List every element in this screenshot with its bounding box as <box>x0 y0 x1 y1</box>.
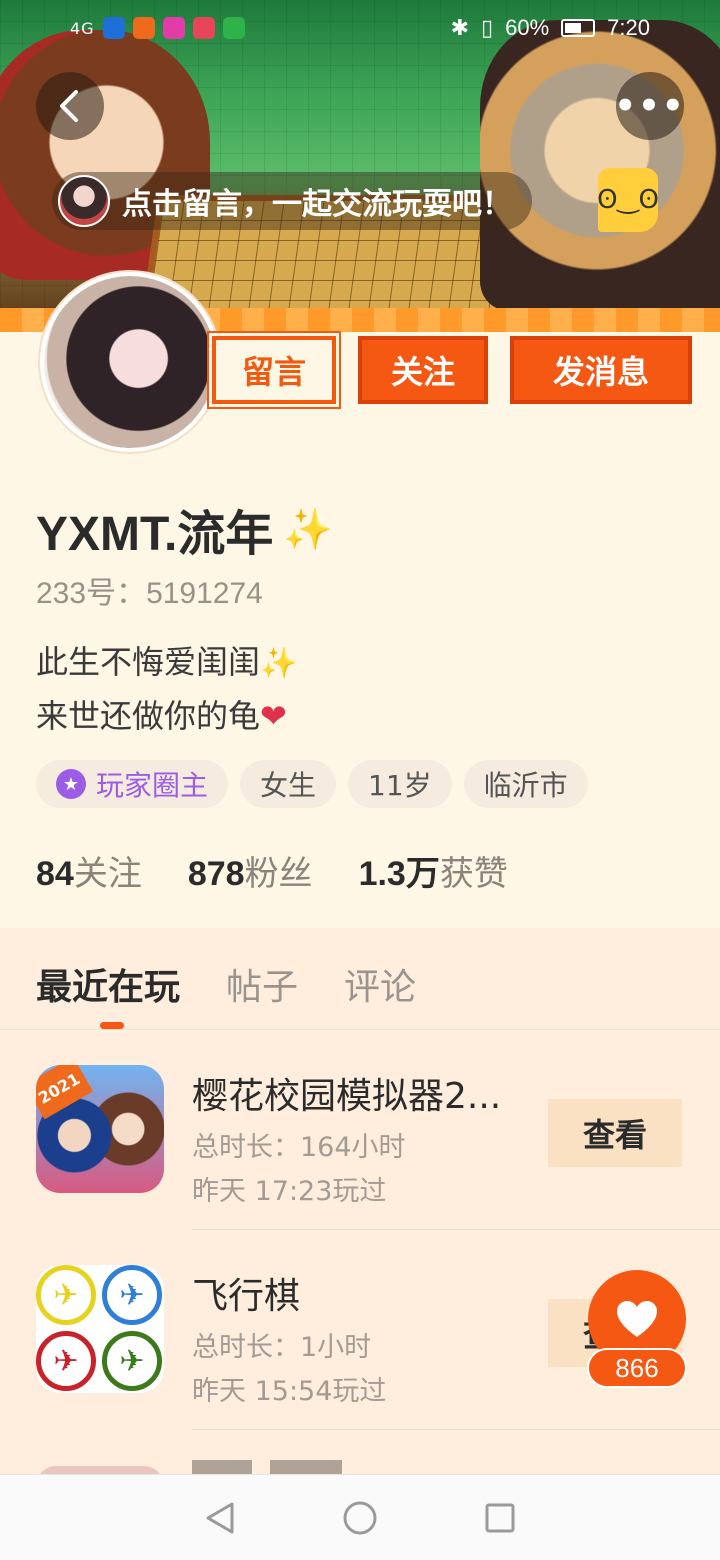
vibrate-icon: ▯ <box>481 15 494 40</box>
status-bar: 4G ✱ ▯ 60% 7:20 <box>0 0 720 56</box>
icon-year-badge: 2021 <box>36 1065 94 1120</box>
circle-home-icon <box>343 1501 377 1534</box>
tab-comments[interactable]: 评论 <box>344 958 416 1010</box>
divider <box>192 1229 720 1230</box>
triangle-back-icon <box>206 1502 234 1533</box>
heart-icon <box>617 1301 657 1337</box>
network-indicator: 4G <box>70 18 95 38</box>
battery-icon <box>561 19 596 37</box>
tag-label: 玩家圈主 <box>96 769 209 802</box>
avatar-image <box>44 276 216 448</box>
more-button[interactable]: ••• <box>614 72 686 140</box>
plane-icon: ✈ <box>102 1265 162 1325</box>
tab-posts[interactable]: 帖子 <box>226 958 298 1010</box>
stat-label: 粉丝 <box>244 854 313 894</box>
stat-followers[interactable]: 878粉丝 <box>188 846 313 895</box>
follow-button[interactable]: 关注 <box>358 336 488 404</box>
leave-message-banner[interactable]: 点击留言，一起交流玩耍吧！ <box>52 172 532 230</box>
more-icon: ••• <box>614 86 686 126</box>
tab-bar: 最近在玩 帖子 评论 <box>0 928 720 1030</box>
heart-emoji-icon: ❤ <box>260 697 287 735</box>
system-nav-bar <box>0 1474 720 1560</box>
app-notification-icon <box>102 17 125 39</box>
back-icon <box>60 90 78 122</box>
bio-line-2: 来世还做你的龟 <box>36 697 261 735</box>
stat-following[interactable]: 84关注 <box>36 846 142 895</box>
view-button[interactable]: 查看 <box>548 1099 682 1167</box>
profile-tags: ★ 玩家圈主 女生 11岁 临沂市 <box>36 760 588 808</box>
message-prompt: 点击留言，一起交流玩耍吧！ <box>122 187 512 222</box>
tag-label: 11岁 <box>368 769 432 802</box>
bio: 此生不悔爱闺闺✨ 来世还做你的龟❤ <box>36 636 297 742</box>
battery-percent: 60% <box>505 15 550 40</box>
sparkle-icon: ✨ <box>283 507 334 552</box>
plane-icon: ✈ <box>102 1331 162 1391</box>
like-count: 866 <box>587 1348 687 1388</box>
game-last-played: 昨天 15:54玩过 <box>192 1376 387 1407</box>
tag-circle-owner[interactable]: ★ 玩家圈主 <box>36 760 229 808</box>
nav-back-button[interactable] <box>200 1498 240 1538</box>
leave-message-button[interactable]: 留言 <box>212 336 336 404</box>
user-id-label: 233号： <box>36 577 147 610</box>
stat-number: 1.3万 <box>358 855 440 893</box>
username: YXMT.流年 ✨ <box>36 494 333 564</box>
back-button[interactable] <box>36 72 104 140</box>
sparkle-icon: ✨ <box>260 646 298 681</box>
send-message-button[interactable]: 发消息 <box>510 336 692 404</box>
app-notification-icon <box>162 17 185 39</box>
star-badge-icon: ★ <box>56 769 86 799</box>
stat-likes[interactable]: 1.3万获赞 <box>359 846 508 895</box>
nav-home-button[interactable] <box>340 1498 380 1538</box>
nav-recent-button[interactable] <box>480 1498 520 1538</box>
tag-label: 临沂市 <box>483 769 568 802</box>
recent-games-list: 2021 樱花校园模拟器2... 总时长：164小时 昨天 17:23玩过 查看… <box>0 1031 720 1481</box>
bluetooth-icon: ✱ <box>450 15 470 40</box>
plane-icon: ✈ <box>36 1265 96 1325</box>
game-duration: 总时长：1小时 <box>192 1332 372 1363</box>
app-notification-icon <box>192 17 215 39</box>
bio-line-1: 此生不悔爱闺闺 <box>36 643 261 681</box>
username-text: YXMT.流年 <box>36 508 274 561</box>
profile-screen: 4G ✱ ▯ 60% 7:20 ••• 点击留言，一起交流玩耍吧！ ʘ‿ʘ 留言… <box>0 0 720 1560</box>
game-last-played: 昨天 17:23玩过 <box>192 1176 387 1207</box>
stat-label: 关注 <box>73 854 142 894</box>
game-icon-flight-chess: ✈ ✈ ✈ ✈ <box>36 1265 164 1393</box>
divider <box>192 1429 720 1430</box>
status-right: ✱ ▯ 60% 7:20 <box>451 15 650 41</box>
profile-stats: 84关注 878粉丝 1.3万获赞 <box>36 846 508 895</box>
stat-number: 878 <box>187 855 245 893</box>
app-notification-icon <box>222 17 245 39</box>
tag-label: 女生 <box>260 769 317 802</box>
status-left: 4G <box>70 17 245 39</box>
tag-city: 临沂市 <box>463 760 588 808</box>
tag-gender: 女生 <box>240 760 337 808</box>
game-title: 樱花校园模拟器2... <box>192 1076 502 1117</box>
tabs: 最近在玩 帖子 评论 <box>36 958 416 1029</box>
square-recent-icon <box>485 1503 515 1532</box>
plane-icon: ✈ <box>36 1331 96 1391</box>
avatar[interactable] <box>40 272 220 452</box>
game-icon-sakura: 2021 <box>36 1065 164 1193</box>
user-id: 233号：5191274 <box>36 568 263 612</box>
banner-avatar <box>58 175 110 227</box>
banner-character-right <box>480 20 720 310</box>
app-notification-icon <box>132 17 155 39</box>
clock: 7:20 <box>607 15 650 40</box>
user-id-value: 5191274 <box>146 577 263 610</box>
game-duration: 总时长：164小时 <box>192 1132 406 1163</box>
stat-label: 获赞 <box>439 854 508 894</box>
list-item[interactable]: 2021 樱花校园模拟器2... 总时长：164小时 昨天 17:23玩过 查看 <box>0 1031 720 1231</box>
tag-age: 11岁 <box>348 760 452 808</box>
tab-recent-games[interactable]: 最近在玩 <box>36 958 180 1029</box>
game-title: 飞行棋 <box>192 1276 301 1317</box>
stat-number: 84 <box>36 855 74 893</box>
emoji-sticker-icon[interactable]: ʘ‿ʘ <box>597 168 659 232</box>
